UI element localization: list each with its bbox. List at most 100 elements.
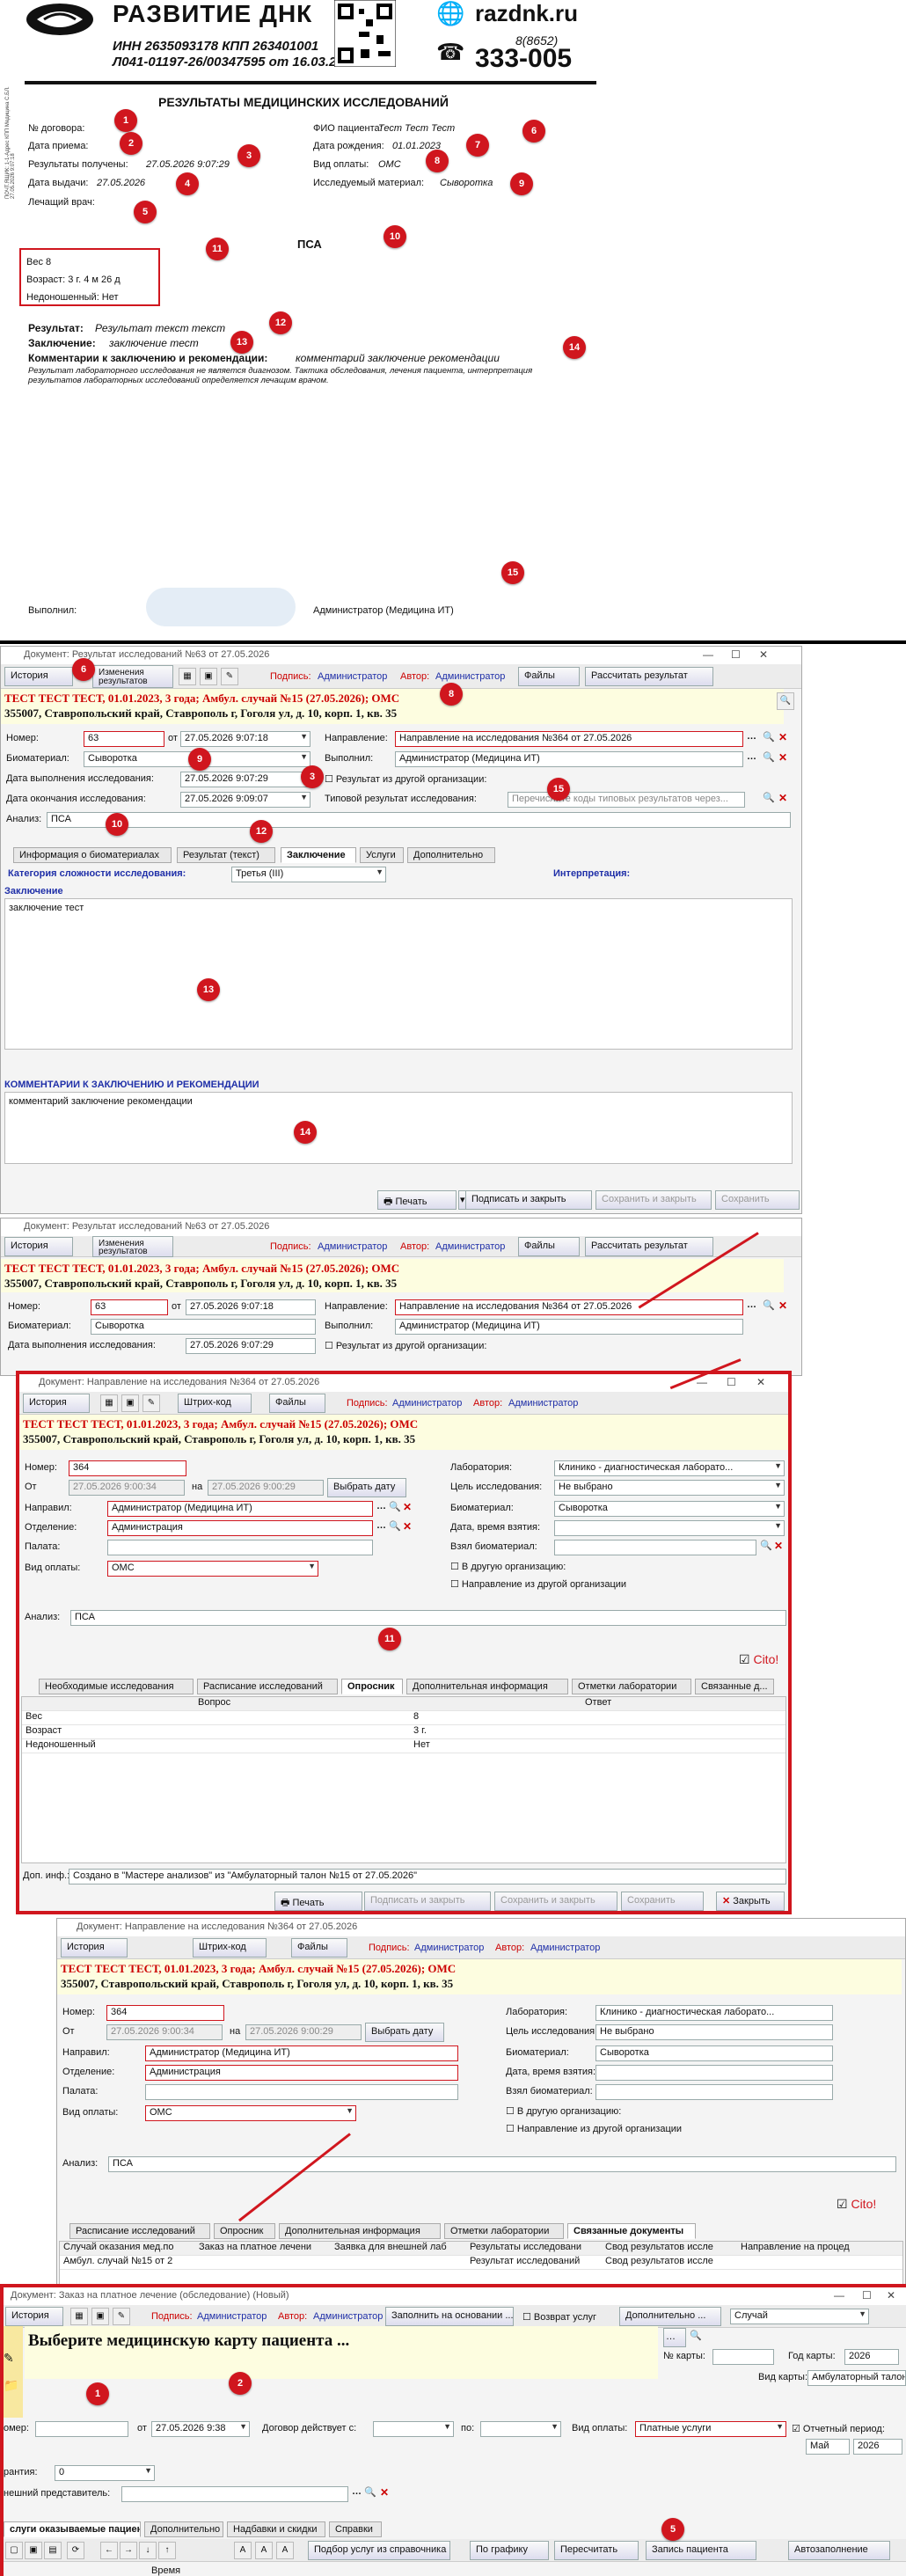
chevron-down-icon[interactable]: ▼	[300, 732, 308, 741]
exec-date-field[interactable]: 27.05.2026 9:07:29	[186, 1338, 316, 1354]
chevron-down-icon[interactable]: ▼	[308, 1562, 316, 1570]
direction-search-icon[interactable]: 🔍	[763, 731, 775, 743]
department-field[interactable]: Администрация	[145, 2065, 458, 2081]
files-button[interactable]: Файлы	[518, 667, 580, 686]
sent-by-field[interactable]: Администратор (Медицина ИТ)	[107, 1501, 373, 1517]
autofill-button[interactable]: Автозаполнение	[788, 2541, 890, 2560]
pay-type-select[interactable]: ОМС ▼	[107, 1561, 318, 1577]
tab-additional-info[interactable]: Дополнительная информация	[406, 1679, 568, 1694]
direction-ellipsis-icon[interactable]: …	[747, 1299, 756, 1310]
direction-field[interactable]: Направление на исследования №364 от 27.0…	[395, 1299, 743, 1315]
took-clear-icon[interactable]: ✕	[774, 1540, 785, 1552]
chevron-down-icon[interactable]: ▼	[300, 752, 308, 761]
sent-ellipsis-icon[interactable]: …	[376, 1501, 386, 1511]
rep-ellipsis-icon[interactable]: …	[352, 2486, 362, 2497]
tab-linked-docs[interactable]: Связанные документы	[567, 2223, 696, 2239]
header-search-icon[interactable]: 🔍	[777, 692, 794, 710]
took-by-field[interactable]	[554, 1540, 756, 1555]
analysis-field[interactable]: ПСА	[108, 2156, 896, 2172]
from-date-field[interactable]: 27.05.2026 9:00:34	[69, 1480, 185, 1496]
analysis-field[interactable]: ПСА	[70, 1610, 786, 1626]
recalc-button[interactable]: Рассчитать результат	[585, 1237, 713, 1256]
chevron-down-icon[interactable]: ▼	[144, 2466, 152, 2475]
table-row[interactable]: Возраст 3 г.	[22, 1725, 785, 1739]
executor-search-icon[interactable]: 🔍	[763, 751, 775, 763]
tab-questionnaire[interactable]: Опросник	[214, 2223, 275, 2239]
tab-lab-marks[interactable]: Отметки лаборатории	[444, 2223, 564, 2239]
number-field[interactable]: 364	[106, 2005, 224, 2021]
other-org-checkbox[interactable]: ☐ В другую организацию:	[450, 1561, 566, 1572]
rep-clear-icon[interactable]: ✕	[380, 2486, 391, 2499]
executor-field[interactable]: Администратор (Медицина ИТ)	[395, 1319, 743, 1335]
table-row[interactable]: Недоношенный Нет	[22, 1739, 785, 1753]
refresh-icon[interactable]: ⟳	[67, 2542, 84, 2559]
direction-clear-icon[interactable]: ✕	[778, 1299, 789, 1312]
close-icon[interactable]: ✕	[759, 648, 768, 661]
number-field[interactable]: 63	[91, 1299, 168, 1315]
tab-services[interactable]: слуги оказываемые пациенту	[4, 2521, 141, 2537]
pick-services-button[interactable]: Подбор услуг из справочника	[308, 2541, 450, 2560]
sent-by-field[interactable]: Администратор (Медицина ИТ)	[145, 2045, 458, 2061]
by-schedule-button[interactable]: По графику	[470, 2541, 549, 2560]
card-type-select[interactable]: Амбулаторный талон	[807, 2370, 906, 2386]
sign-close-button[interactable]: Подписать и закрыть	[364, 1892, 491, 1911]
order-number-field[interactable]	[35, 2421, 128, 2437]
other-org-checkbox[interactable]: ☐ Результат из другой организации:	[325, 1340, 486, 1351]
arrow-left-icon[interactable]: ←	[100, 2542, 118, 2559]
chevron-down-icon[interactable]: ▼	[776, 2422, 784, 2431]
tab-additional[interactable]: Дополнительно	[407, 847, 495, 863]
history-button[interactable]: История	[61, 1938, 128, 1958]
other-dir-checkbox[interactable]: ☐ Направление из другой организации	[450, 1578, 626, 1590]
close-button[interactable]: ✕ Закрыть	[716, 1892, 785, 1911]
close-icon[interactable]: ✕	[887, 2289, 895, 2302]
print-icon[interactable]: ▦	[100, 1394, 118, 1412]
copy-icon[interactable]: ▣	[25, 2542, 42, 2559]
department-field[interactable]: Администрация	[107, 1520, 373, 1536]
contract-to-field[interactable]: ▼	[480, 2421, 561, 2437]
tab-questionnaire[interactable]: Опросник	[341, 1679, 403, 1694]
table-row[interactable]: Амбул. случай №15 от 2 Результат исследо…	[60, 2256, 902, 2270]
save-button[interactable]: Сохранить	[621, 1892, 704, 1911]
card-ellipsis-button[interactable]: …	[663, 2328, 686, 2347]
minimize-icon[interactable]: —	[703, 648, 713, 661]
tab-additional[interactable]: Дополнительно	[144, 2521, 223, 2537]
tab-lab-marks[interactable]: Отметки лаборатории	[572, 1679, 691, 1694]
tab-schedule[interactable]: Расписание исследований	[69, 2223, 210, 2239]
pick-date-button[interactable]: Выбрать дату	[327, 1478, 406, 1497]
add-icon[interactable]: ▢	[5, 2542, 23, 2559]
chevron-down-icon[interactable]: ▼	[551, 2422, 559, 2431]
arrow-up-icon[interactable]: ↑	[158, 2542, 176, 2559]
conclusion-textarea[interactable]: заключение тест	[4, 898, 793, 1050]
history-button[interactable]: История	[4, 667, 73, 686]
order-date-field[interactable]: 27.05.2026 9:38 ▼	[151, 2421, 250, 2437]
print-button[interactable]: 🖶 Печать	[377, 1190, 457, 1210]
save-button[interactable]: Сохранить	[715, 1190, 800, 1210]
tab-biomaterials[interactable]: Информация о биоматериалах	[13, 847, 172, 863]
maximize-icon[interactable]: ☐	[727, 1376, 736, 1388]
author-value[interactable]: Администратор	[508, 1398, 578, 1409]
complexity-select[interactable]: Третья (III) ▼	[231, 867, 386, 882]
sign-value[interactable]: Администратор	[197, 2311, 267, 2322]
history-button[interactable]: История	[5, 2307, 63, 2326]
contract-from-field[interactable]: ▼	[373, 2421, 454, 2437]
comments-textarea[interactable]: комментарий заключение рекомендации	[4, 1092, 793, 1164]
tab-required-tests[interactable]: Необходимые исследования	[39, 1679, 194, 1694]
sign-close-button[interactable]: Подписать и закрыть	[465, 1190, 592, 1210]
arrow-down-icon[interactable]: ↓	[139, 2542, 157, 2559]
author-value[interactable]: Администратор	[313, 2311, 383, 2322]
author-value[interactable]: Администратор	[530, 1943, 600, 1953]
representative-field[interactable]	[121, 2486, 348, 2502]
maximize-icon[interactable]: ☐	[862, 2289, 872, 2302]
pick-date-button[interactable]: Выбрать дату	[365, 2023, 444, 2042]
period-year-field[interactable]: 2026	[853, 2439, 902, 2455]
card-year-field[interactable]: 2026	[844, 2349, 899, 2365]
chevron-down-icon[interactable]: ▼	[774, 1481, 782, 1489]
other-org-checkbox[interactable]: ☐ Результат из другой организации:	[325, 773, 486, 785]
biomaterial-field[interactable]: Сыворотка	[91, 1319, 316, 1335]
other-org-checkbox[interactable]: ☐ В другую организацию:	[506, 2105, 621, 2117]
maximize-icon[interactable]: ☐	[731, 648, 741, 661]
ward-field[interactable]	[107, 1540, 373, 1555]
case-select[interactable]: Случай ▼	[730, 2309, 869, 2324]
chevron-down-icon[interactable]: ▼	[300, 793, 308, 801]
cito-checkbox[interactable]: ☑ Cito!	[837, 2197, 876, 2212]
